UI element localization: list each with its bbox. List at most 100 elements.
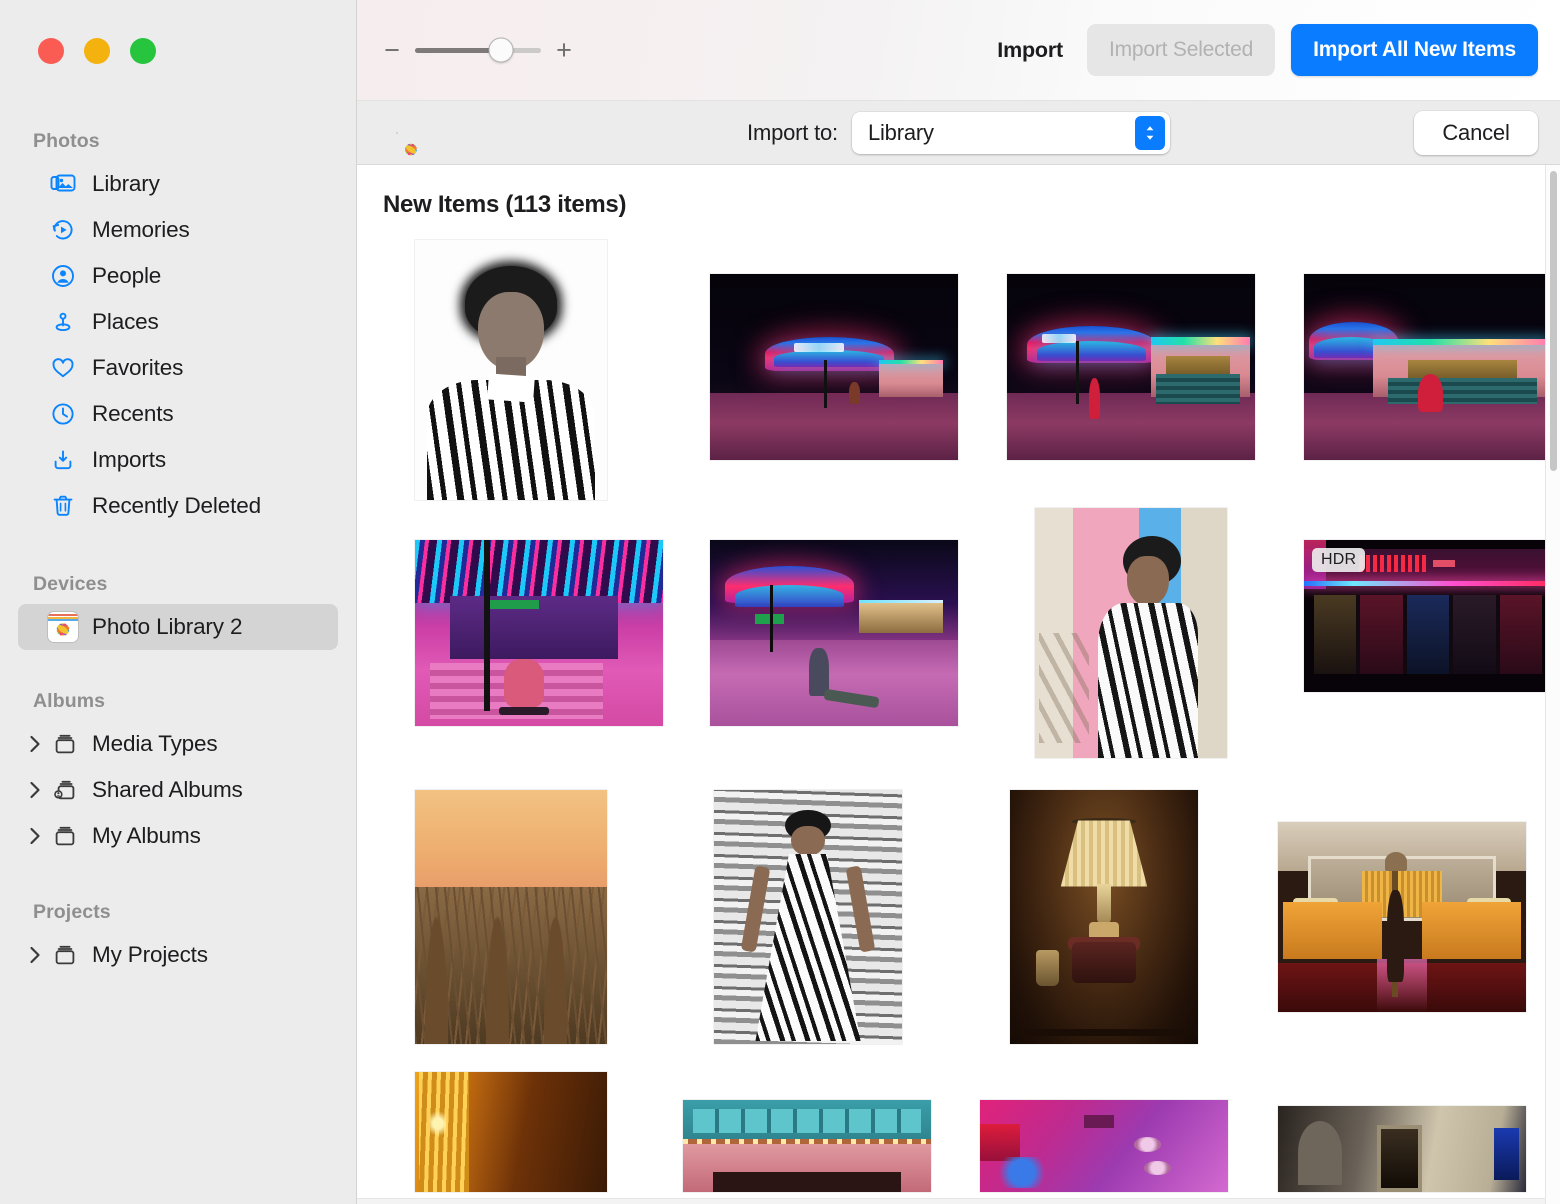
close-button[interactable] <box>38 38 64 64</box>
people-icon <box>50 263 76 289</box>
zoom-in-icon[interactable]: + <box>555 36 573 64</box>
zoom-slider-track[interactable] <box>415 37 541 63</box>
sidebar-item-my-albums[interactable]: My Albums <box>18 813 338 859</box>
toolbar: − + Import Import Selected Import All Ne… <box>357 0 1560 101</box>
photo-cell[interactable] <box>710 274 958 460</box>
photo-thumbnail-lamp-and-vintage-phone[interactable] <box>1010 790 1198 1044</box>
sidebar-item-label: Favorites <box>92 355 184 380</box>
photo-cell[interactable] <box>415 790 607 1044</box>
photo-library-icon <box>50 171 76 197</box>
vertical-scrollbar-thumb[interactable] <box>1550 171 1557 471</box>
window-controls <box>38 38 156 64</box>
horizontal-scrollbar[interactable] <box>357 1198 1545 1204</box>
photo-cell[interactable] <box>1010 790 1198 1044</box>
photo-thumbnail-pink-wall-portrait-shadow[interactable] <box>1035 508 1227 758</box>
photo-thumbnail-bw-portrait-zebra-shirt[interactable] <box>415 240 607 500</box>
main-area: − + Import Import Selected Import All Ne… <box>357 0 1560 1204</box>
sidebar-item-photo-library-2[interactable]: Photo Library 2 <box>18 604 338 650</box>
sidebar-item-people[interactable]: People <box>18 253 338 299</box>
cancel-button[interactable]: Cancel <box>1414 110 1538 155</box>
sidebar-item-label: Media Types <box>92 731 218 756</box>
photo-cell[interactable] <box>710 540 958 726</box>
photo-cell[interactable] <box>1278 1106 1526 1192</box>
sidebar-item-my-projects[interactable]: My Projects <box>18 932 338 978</box>
photo-thumbnail-desert-sunset-brush[interactable] <box>415 790 607 1044</box>
photo-cell[interactable]: HDR <box>1304 540 1552 692</box>
sidebar-section-devices-title: Devices <box>33 573 108 595</box>
sidebar-item-recently-deleted[interactable]: Recently Deleted <box>18 483 338 529</box>
photo-cell[interactable] <box>1278 822 1526 1012</box>
places-pin-icon <box>50 309 76 335</box>
thumbnail-zoom-slider[interactable]: − + <box>383 36 573 64</box>
sidebar-item-label: My Projects <box>92 942 208 967</box>
chevron-right-icon[interactable] <box>22 826 48 846</box>
sidebar-item-media-types[interactable]: Media Types <box>18 721 338 767</box>
sidebar-item-recents[interactable]: Recents <box>18 391 338 437</box>
sidebar-item-favorites[interactable]: Favorites <box>18 345 338 391</box>
import-bar: Import to: Library Cancel <box>357 101 1560 165</box>
album-box-icon <box>52 942 78 968</box>
photo-cell[interactable] <box>415 240 607 500</box>
photo-thumbnail-drive-in-neon-sign-hdr[interactable]: HDR <box>1304 540 1552 692</box>
photo-thumbnail-neon-diner-wide-night[interactable] <box>710 274 958 460</box>
chevron-right-icon[interactable] <box>22 945 48 965</box>
photo-thumbnail-striped-wall-dress-portrait[interactable] <box>714 790 902 1044</box>
photo-thumbnail-pink-ceiling-corridor[interactable] <box>980 1100 1228 1192</box>
trash-icon <box>50 493 76 519</box>
album-box-icon <box>52 731 78 757</box>
sidebar-item-library[interactable]: Library <box>18 161 338 207</box>
memories-icon <box>50 217 76 243</box>
photo-cell[interactable] <box>683 1100 931 1192</box>
chevron-up-down-icon[interactable] <box>1134 115 1165 150</box>
clock-icon <box>50 401 76 427</box>
album-box-icon <box>52 823 78 849</box>
sidebar-item-label: Library <box>92 171 160 196</box>
photo-cell[interactable] <box>1035 508 1227 758</box>
import-to-label: Import to: <box>747 119 838 145</box>
photo-cell[interactable] <box>714 790 902 1044</box>
zoom-out-icon[interactable]: − <box>383 36 401 64</box>
photo-cell[interactable] <box>415 1072 607 1192</box>
sidebar-item-label: Recently Deleted <box>92 493 261 518</box>
photo-thumbnail-hotel-room-twin-beds[interactable] <box>1278 822 1526 1012</box>
sidebar-item-label: Imports <box>92 447 166 472</box>
chevron-right-icon[interactable] <box>22 734 48 754</box>
sidebar-item-places[interactable]: Places <box>18 299 338 345</box>
photo-thumbnail-neon-diner-person-walking[interactable] <box>1007 274 1255 460</box>
vertical-scrollbar[interactable] <box>1545 165 1560 1204</box>
sidebar-item-label: Memories <box>92 217 190 242</box>
photo-cell[interactable] <box>980 1100 1228 1192</box>
shared-album-icon <box>52 777 78 803</box>
sidebar-scroll-area: Photos Library Memories People Places Fa… <box>0 110 356 1204</box>
import-destination-select[interactable]: Library <box>851 111 1170 154</box>
minimize-button[interactable] <box>84 38 110 64</box>
zoom-slider-knob[interactable] <box>488 37 514 63</box>
sidebar-item-label: Places <box>92 309 159 334</box>
sidebar-item-label: Recents <box>92 401 174 426</box>
sidebar-section-photos-title: Photos <box>33 130 100 152</box>
import-all-new-items-button[interactable]: Import All New Items <box>1291 24 1538 76</box>
sidebar-section-albums-title: Albums <box>33 690 106 712</box>
sidebar-item-shared-albums[interactable]: Shared Albums <box>18 767 338 813</box>
sidebar-item-imports[interactable]: Imports <box>18 437 338 483</box>
photo-thumbnail-neon-diner-red-dress-wings[interactable] <box>1304 274 1552 460</box>
sidebar-item-label: Photo Library 2 <box>92 614 243 639</box>
photo-thumbnail-neon-diner-sitting-skater[interactable] <box>710 540 958 726</box>
photo-cell[interactable] <box>415 540 663 726</box>
photo-thumbnail-magenta-neon-skater-stairs[interactable] <box>415 540 663 726</box>
import-selected-button[interactable]: Import Selected <box>1086 24 1276 76</box>
photo-thumbnail-golden-drape-interior[interactable] <box>415 1072 607 1192</box>
photo-thumbnail-teal-pink-bar-lights[interactable] <box>683 1100 931 1192</box>
sidebar-item-memories[interactable]: Memories <box>18 207 338 253</box>
sidebar: Photos Library Memories People Places Fa… <box>0 0 357 1204</box>
chevron-right-icon[interactable] <box>22 780 48 800</box>
import-arrow-icon <box>50 447 76 473</box>
photo-cell[interactable] <box>1007 274 1255 460</box>
photo-cell[interactable] <box>1304 274 1552 460</box>
new-items-heading: New Items (113 items) <box>383 191 627 218</box>
photo-thumbnail-beige-corridor-doorway[interactable] <box>1278 1106 1526 1192</box>
photo-grid: HDR <box>383 240 1552 1204</box>
zoom-button[interactable] <box>130 38 156 64</box>
hdr-badge: HDR <box>1312 548 1366 572</box>
sidebar-item-label: Shared Albums <box>92 777 243 802</box>
